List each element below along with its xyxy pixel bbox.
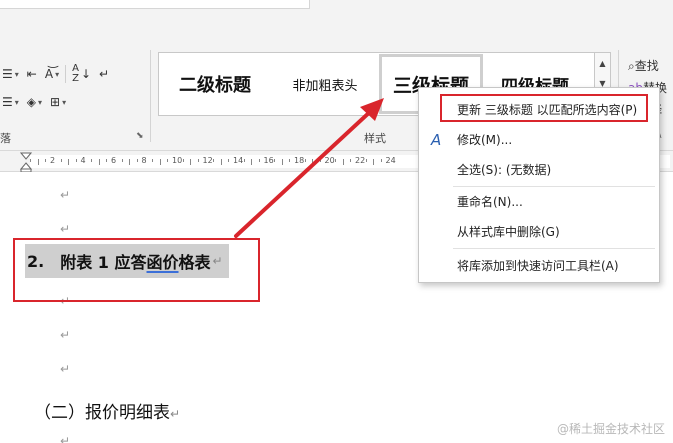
menu-item-modify[interactable]: A 修改(M)... [419, 127, 659, 151]
menu-divider [453, 248, 655, 249]
modify-style-icon: A [431, 131, 442, 149]
borders-button[interactable]: ⊞ ▾ [48, 92, 68, 112]
ruler-tick [129, 159, 131, 165]
ruler-tick [258, 159, 260, 162]
ruler-tick [30, 159, 32, 162]
menu-highlight-box [440, 94, 648, 122]
ruler-number: 12 [202, 156, 213, 165]
section-heading-text: （二）报价明细表 [34, 403, 170, 423]
ruler-tick [190, 159, 192, 165]
find-button[interactable]: ⌕查找 [628, 55, 667, 77]
chevron-up-icon[interactable]: ▲ [599, 59, 605, 68]
ruler-tick [281, 159, 283, 165]
ruler-tick [350, 159, 352, 162]
ruler-tick [45, 159, 47, 162]
paragraph-mark: ↵ [60, 362, 71, 376]
menu-item-select-all[interactable]: 全选(S): (无数据) [419, 157, 659, 181]
sort-az-icon: AZ [72, 63, 79, 84]
numbered-list-icon: ☰ [2, 67, 13, 81]
ruler-number: 20 [324, 156, 335, 165]
paragraph-tools-row-1: ☰ ▾ ⇤ A͝ ▾ A Z ↓ ↵ [0, 64, 111, 84]
line-spacing-icon: ☰ [2, 95, 13, 109]
ruler-number: 14 [233, 156, 244, 165]
paint-bucket-icon: ◈ [26, 95, 37, 109]
paragraph-mark: ↵ [60, 222, 71, 236]
indent-marker-icon[interactable] [20, 151, 32, 173]
paragraph-group-label: 落 [0, 132, 11, 145]
ruler-number: 24 [385, 156, 396, 165]
paragraph-mark: ↵ [60, 328, 71, 342]
paragraph-mark: ↵ [60, 188, 71, 202]
ruler-tick [380, 159, 382, 162]
toolbar-divider [65, 65, 67, 83]
show-marks-button[interactable]: ↵ [97, 64, 111, 84]
title-area [0, 0, 310, 9]
ruler-tick [98, 159, 100, 165]
borders-icon: ⊞ [50, 95, 61, 109]
paragraph-tools-row-2: ☰ ▾ ◈ ▾ ⊞ ▾ [0, 92, 68, 112]
heading-highlight-box [13, 238, 260, 302]
ruler-number: 10 [172, 156, 183, 165]
ruler-tick [167, 159, 169, 162]
search-icon: ⌕ [628, 59, 635, 73]
shading-button[interactable]: ◈ ▾ [25, 92, 44, 112]
ruler-tick [60, 159, 62, 162]
ruler-number: 22 [355, 156, 366, 165]
styles-group-label: 样式 [364, 132, 386, 145]
ruler-tick [159, 159, 161, 165]
ruler-number: 8 [141, 156, 147, 165]
ruler-tick [121, 159, 123, 162]
ruler-number: 18 [294, 156, 305, 165]
ruler-tick [335, 159, 337, 162]
indent-icon: ⇤ [26, 67, 37, 81]
watermark: @稀土掘金技术社区 [556, 422, 665, 436]
ruler-tick [365, 159, 367, 162]
ruler-number: 4 [80, 156, 86, 165]
style-heading-2[interactable]: 二级标题 [159, 53, 271, 115]
line-spacing-button[interactable]: ☰ ▾ [0, 92, 21, 112]
ruler-tick [319, 159, 321, 162]
ruler-number: 16 [263, 156, 274, 165]
ruler-tick [106, 159, 108, 162]
ruler-tick [37, 159, 39, 165]
ruler-tick [373, 159, 375, 165]
ruler-tick [228, 159, 230, 162]
section-heading[interactable]: （二）报价明细表↵ [34, 398, 180, 423]
ruler-tick [274, 159, 276, 162]
sort-button[interactable]: A Z ↓ [70, 64, 93, 84]
paragraph-mark: ↵ [170, 407, 181, 421]
menu-item-rename[interactable]: 重命名(N)... [419, 189, 659, 213]
ruler-number: 2 [50, 156, 56, 165]
ruler-tick [289, 159, 291, 162]
ruler-tick [182, 159, 184, 162]
ruler-tick [220, 159, 222, 165]
ruler-tick [251, 159, 253, 165]
ruler-tick [91, 159, 93, 162]
paragraph-mark: ↵ [60, 434, 71, 443]
menu-item-add-to-quick-access[interactable]: 将库添加到快速访问工具栏(A) [419, 253, 659, 277]
chinese-layout-icon: A͝ [44, 67, 54, 81]
ruler-tick [213, 159, 215, 162]
ruler-tick [75, 159, 77, 162]
numbering-list-button[interactable]: ☰ ▾ [0, 64, 21, 84]
ruler-tick [304, 159, 306, 162]
ruler-tick [68, 159, 70, 165]
ruler-tick [152, 159, 154, 162]
paragraph-mark-icon: ↵ [99, 67, 110, 81]
chinese-layout-button[interactable]: A͝ ▾ [43, 64, 61, 84]
style-non-bold-header[interactable]: 非加粗表头 [271, 53, 379, 115]
ruler-tick [342, 159, 344, 165]
group-divider [150, 50, 151, 142]
ruler-tick [243, 159, 245, 162]
menu-item-remove-from-gallery[interactable]: 从样式库中删除(G) [419, 219, 659, 243]
ruler-tick [312, 159, 314, 165]
ruler-tick [197, 159, 199, 162]
ruler-tick [136, 159, 138, 162]
menu-divider [453, 186, 655, 187]
paragraph-dialog-launcher-icon[interactable]: ⬊ [136, 131, 144, 141]
ruler-number: 6 [111, 156, 117, 165]
indent-button[interactable]: ⇤ [25, 64, 39, 84]
